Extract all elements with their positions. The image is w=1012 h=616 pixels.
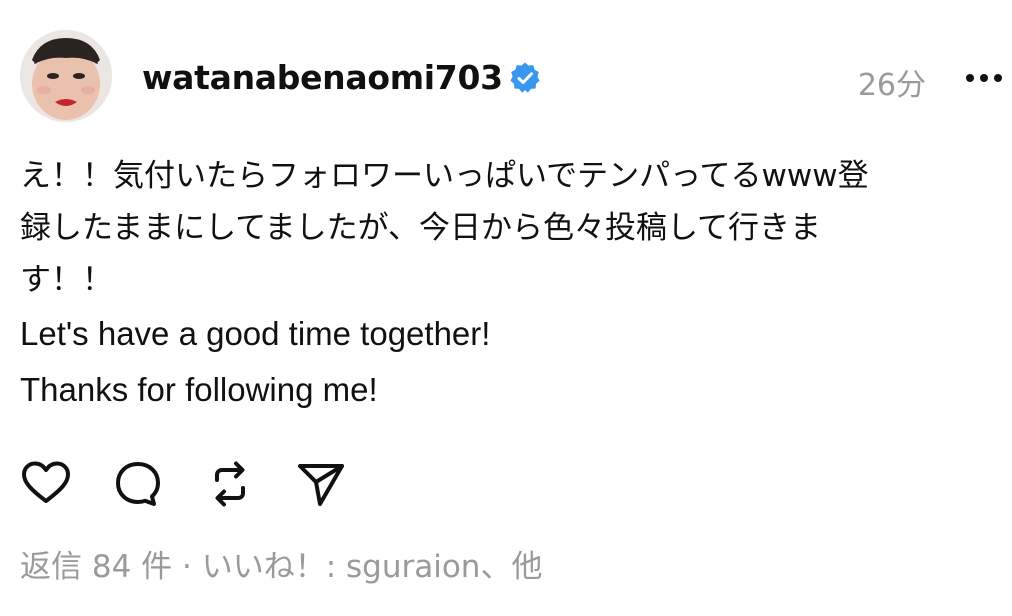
post-card: watanabenaomi703 26分 え！！気付いたらフォロワーいっぱいでテ… [0,0,1012,616]
send-icon[interactable] [296,458,348,510]
heart-icon[interactable] [20,458,72,510]
username[interactable]: watanabenaomi703 [142,58,503,97]
verified-badge-icon [510,62,540,93]
caption-line: す！！ [20,262,113,298]
repost-icon[interactable] [204,458,256,510]
post-caption: え！！気付いたらフォロワーいっぱいでテンパってるwww登 録したままにしてました… [20,150,1010,418]
avatar-image [20,30,112,122]
caption-line: Thanks for following me! [20,371,378,408]
comment-icon[interactable] [112,458,164,510]
caption-line: 録したままにしてましたが、今日から色々投稿して行きま [20,210,822,246]
more-options-icon[interactable] [962,62,1006,92]
post-stats[interactable]: 返信 84 件 · いいね！: sguraion、他 [20,541,542,586]
caption-line: え！！気付いたらフォロワーいっぱいでテンパってるwww登 [20,158,869,194]
avatar[interactable] [20,30,112,122]
caption-line: Let's have a good time together! [20,315,491,352]
post-timestamp: 26分 [857,68,926,103]
